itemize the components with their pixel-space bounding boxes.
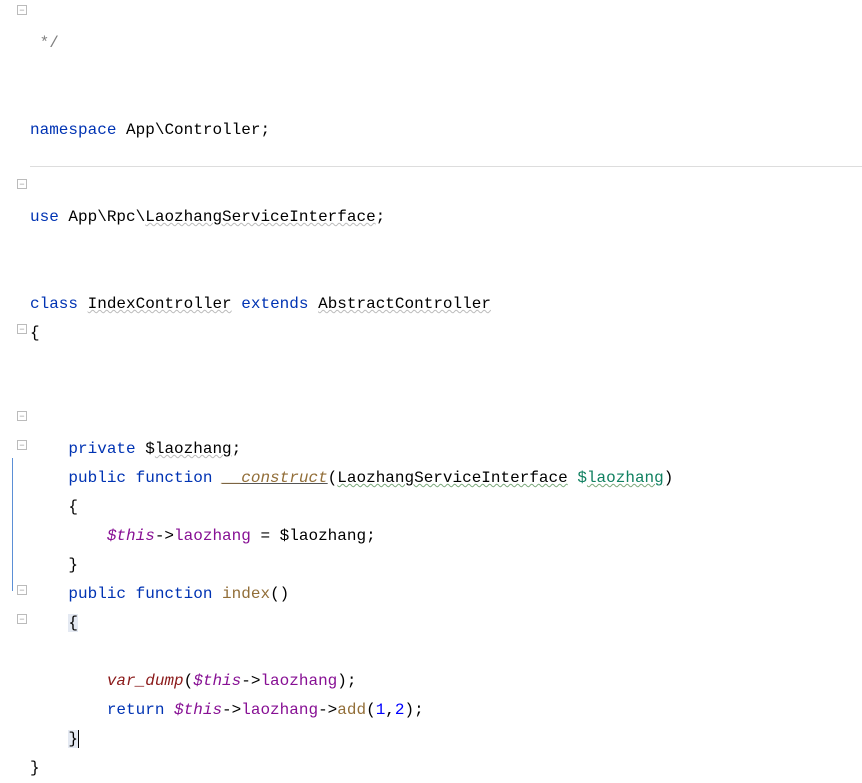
use-path: App\Rpc\ bbox=[68, 208, 145, 226]
sigil: $ bbox=[280, 527, 290, 545]
keyword: private bbox=[68, 440, 135, 458]
punct: ) bbox=[405, 701, 415, 719]
interface-name: LaozhangServiceInterface bbox=[145, 208, 375, 226]
param-name: laozhang bbox=[587, 469, 664, 487]
text-caret bbox=[78, 730, 79, 748]
namespace-name: App\Controller bbox=[126, 121, 260, 139]
brace-open: { bbox=[30, 324, 40, 342]
property-access: laozhang bbox=[241, 701, 318, 719]
punct: ; bbox=[414, 701, 424, 719]
class-name: IndexController bbox=[88, 295, 232, 313]
punct: ; bbox=[376, 208, 386, 226]
sigil: $ bbox=[174, 701, 184, 719]
change-marker bbox=[12, 458, 13, 591]
sigil: $ bbox=[193, 672, 203, 690]
this-var: this bbox=[184, 701, 222, 719]
brace-close: } bbox=[68, 730, 78, 748]
fold-icon[interactable]: − bbox=[17, 440, 27, 450]
property-access: laozhang bbox=[174, 527, 251, 545]
number: 2 bbox=[395, 701, 405, 719]
punct: ; bbox=[232, 440, 242, 458]
fold-icon[interactable]: − bbox=[17, 585, 27, 595]
property-name: laozhang bbox=[155, 440, 232, 458]
keyword: extends bbox=[241, 295, 308, 313]
method-name: __construct bbox=[222, 469, 328, 487]
punct: -> bbox=[155, 527, 174, 545]
brace-close: } bbox=[68, 556, 78, 574]
keyword: public bbox=[68, 585, 126, 603]
punct: ( bbox=[366, 701, 376, 719]
fold-icon[interactable]: − bbox=[17, 324, 27, 334]
editor-gutter: − − − − − − − bbox=[0, 0, 28, 672]
builtin-fn: var_dump bbox=[107, 672, 184, 690]
brace-open: { bbox=[68, 498, 78, 516]
punct: ( bbox=[184, 672, 194, 690]
comment-text: */ bbox=[30, 34, 59, 52]
keyword: public bbox=[68, 469, 126, 487]
sigil: $ bbox=[577, 469, 587, 487]
punct: = bbox=[251, 527, 280, 545]
sigil: $ bbox=[107, 527, 117, 545]
sigil: $ bbox=[145, 440, 155, 458]
punct: ) bbox=[337, 672, 347, 690]
keyword: return bbox=[107, 701, 165, 719]
keyword: class bbox=[30, 295, 78, 313]
fold-icon[interactable]: − bbox=[17, 179, 27, 189]
this-var: this bbox=[203, 672, 241, 690]
param-type: LaozhangServiceInterface bbox=[337, 469, 567, 487]
punct: ) bbox=[664, 469, 674, 487]
code-editor[interactable]: */ namespace App\Controller; use App\Rpc… bbox=[30, 0, 862, 783]
class-name: AbstractController bbox=[318, 295, 491, 313]
keyword: use bbox=[30, 208, 59, 226]
method-name: index bbox=[222, 585, 270, 603]
var-name: laozhang bbox=[289, 527, 366, 545]
punct: -> bbox=[318, 701, 337, 719]
punct: , bbox=[385, 701, 395, 719]
property-access: laozhang bbox=[260, 672, 337, 690]
punct: -> bbox=[241, 672, 260, 690]
this-var: this bbox=[116, 527, 154, 545]
punct: ; bbox=[366, 527, 376, 545]
brace-close: } bbox=[30, 759, 40, 777]
keyword: function bbox=[136, 585, 213, 603]
fold-icon[interactable]: − bbox=[17, 614, 27, 624]
brace-open: { bbox=[68, 614, 78, 632]
keyword: namespace bbox=[30, 121, 116, 139]
punct: ; bbox=[347, 672, 357, 690]
method-call: add bbox=[337, 701, 366, 719]
keyword: function bbox=[136, 469, 213, 487]
number: 1 bbox=[376, 701, 386, 719]
punct: ( bbox=[328, 469, 338, 487]
punct: -> bbox=[222, 701, 241, 719]
punct: () bbox=[270, 585, 289, 603]
fold-icon[interactable]: − bbox=[17, 411, 27, 421]
fold-icon[interactable]: − bbox=[17, 5, 27, 15]
punct: ; bbox=[260, 121, 270, 139]
